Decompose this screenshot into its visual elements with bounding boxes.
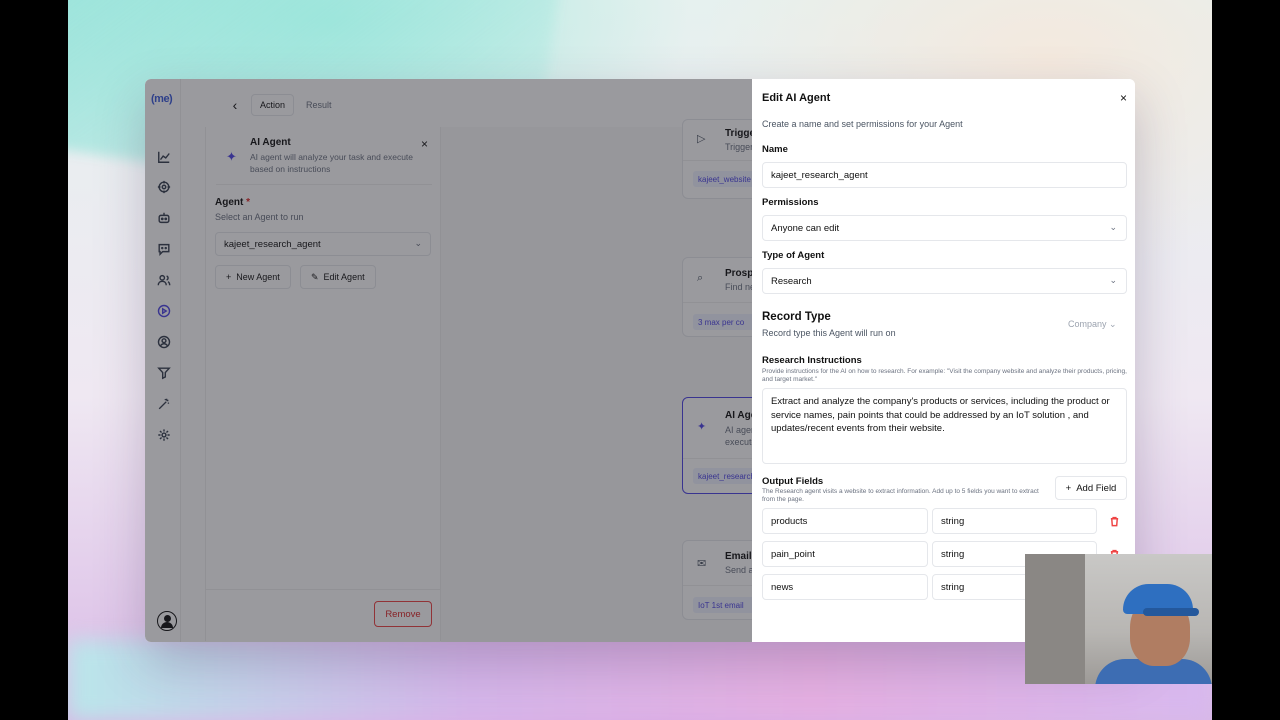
chevron-down-icon: ⌄ — [1109, 222, 1117, 232]
record-type-value: Company — [1068, 319, 1107, 329]
field-name-input[interactable]: products — [762, 508, 928, 534]
app-window: (me) ‹ Action Result ✦ AI Agent AI agent… — [145, 79, 1135, 642]
field-name-input[interactable]: pain_point — [762, 541, 928, 567]
webcam-overlay — [1025, 554, 1212, 684]
field-type-select[interactable]: string — [932, 508, 1097, 534]
agent-type-value: Research — [771, 276, 812, 287]
permissions-label: Permissions — [762, 197, 819, 208]
record-type-title: Record Type — [762, 311, 831, 323]
webcam-background — [1025, 554, 1085, 684]
add-field-button[interactable]: + Add Field — [1055, 476, 1127, 500]
trash-icon[interactable] — [1109, 514, 1121, 527]
output-fields-help: The Research agent visits a website to e… — [762, 488, 1039, 503]
record-type-select[interactable]: Company ⌄ — [1068, 319, 1117, 330]
dialog-title: Edit AI Agent — [762, 92, 831, 104]
field-name-input[interactable]: news — [762, 574, 928, 600]
add-field-label: Add Field — [1076, 482, 1117, 494]
close-icon[interactable]: × — [1120, 91, 1127, 105]
agent-type-label: Type of Agent — [762, 250, 825, 261]
name-field-value: kajeet_research_agent — [771, 170, 868, 181]
name-field[interactable]: kajeet_research_agent — [762, 162, 1127, 188]
agent-type-select[interactable]: Research ⌄ — [762, 268, 1127, 294]
dialog-subtitle: Create a name and set permissions for yo… — [762, 119, 963, 129]
research-instructions-title: Research Instructions — [762, 355, 862, 366]
permissions-value: Anyone can edit — [771, 223, 840, 234]
chevron-down-icon: ⌄ — [1109, 319, 1117, 329]
record-type-subtitle: Record type this Agent will run on — [762, 328, 896, 338]
output-fields-title: Output Fields — [762, 476, 824, 487]
presenter-cap-brim — [1143, 608, 1199, 616]
name-label: Name — [762, 144, 788, 155]
plus-icon: + — [1065, 482, 1072, 494]
research-instructions-textarea[interactable]: Extract and analyze the company's produc… — [762, 388, 1127, 464]
chevron-down-icon: ⌄ — [1109, 275, 1117, 285]
permissions-select[interactable]: Anyone can edit ⌄ — [762, 215, 1127, 241]
research-instructions-help: Provide instructions for the AI on how t… — [762, 368, 1127, 383]
modal-overlay[interactable] — [145, 79, 752, 642]
output-field-row: products string — [762, 508, 1132, 534]
